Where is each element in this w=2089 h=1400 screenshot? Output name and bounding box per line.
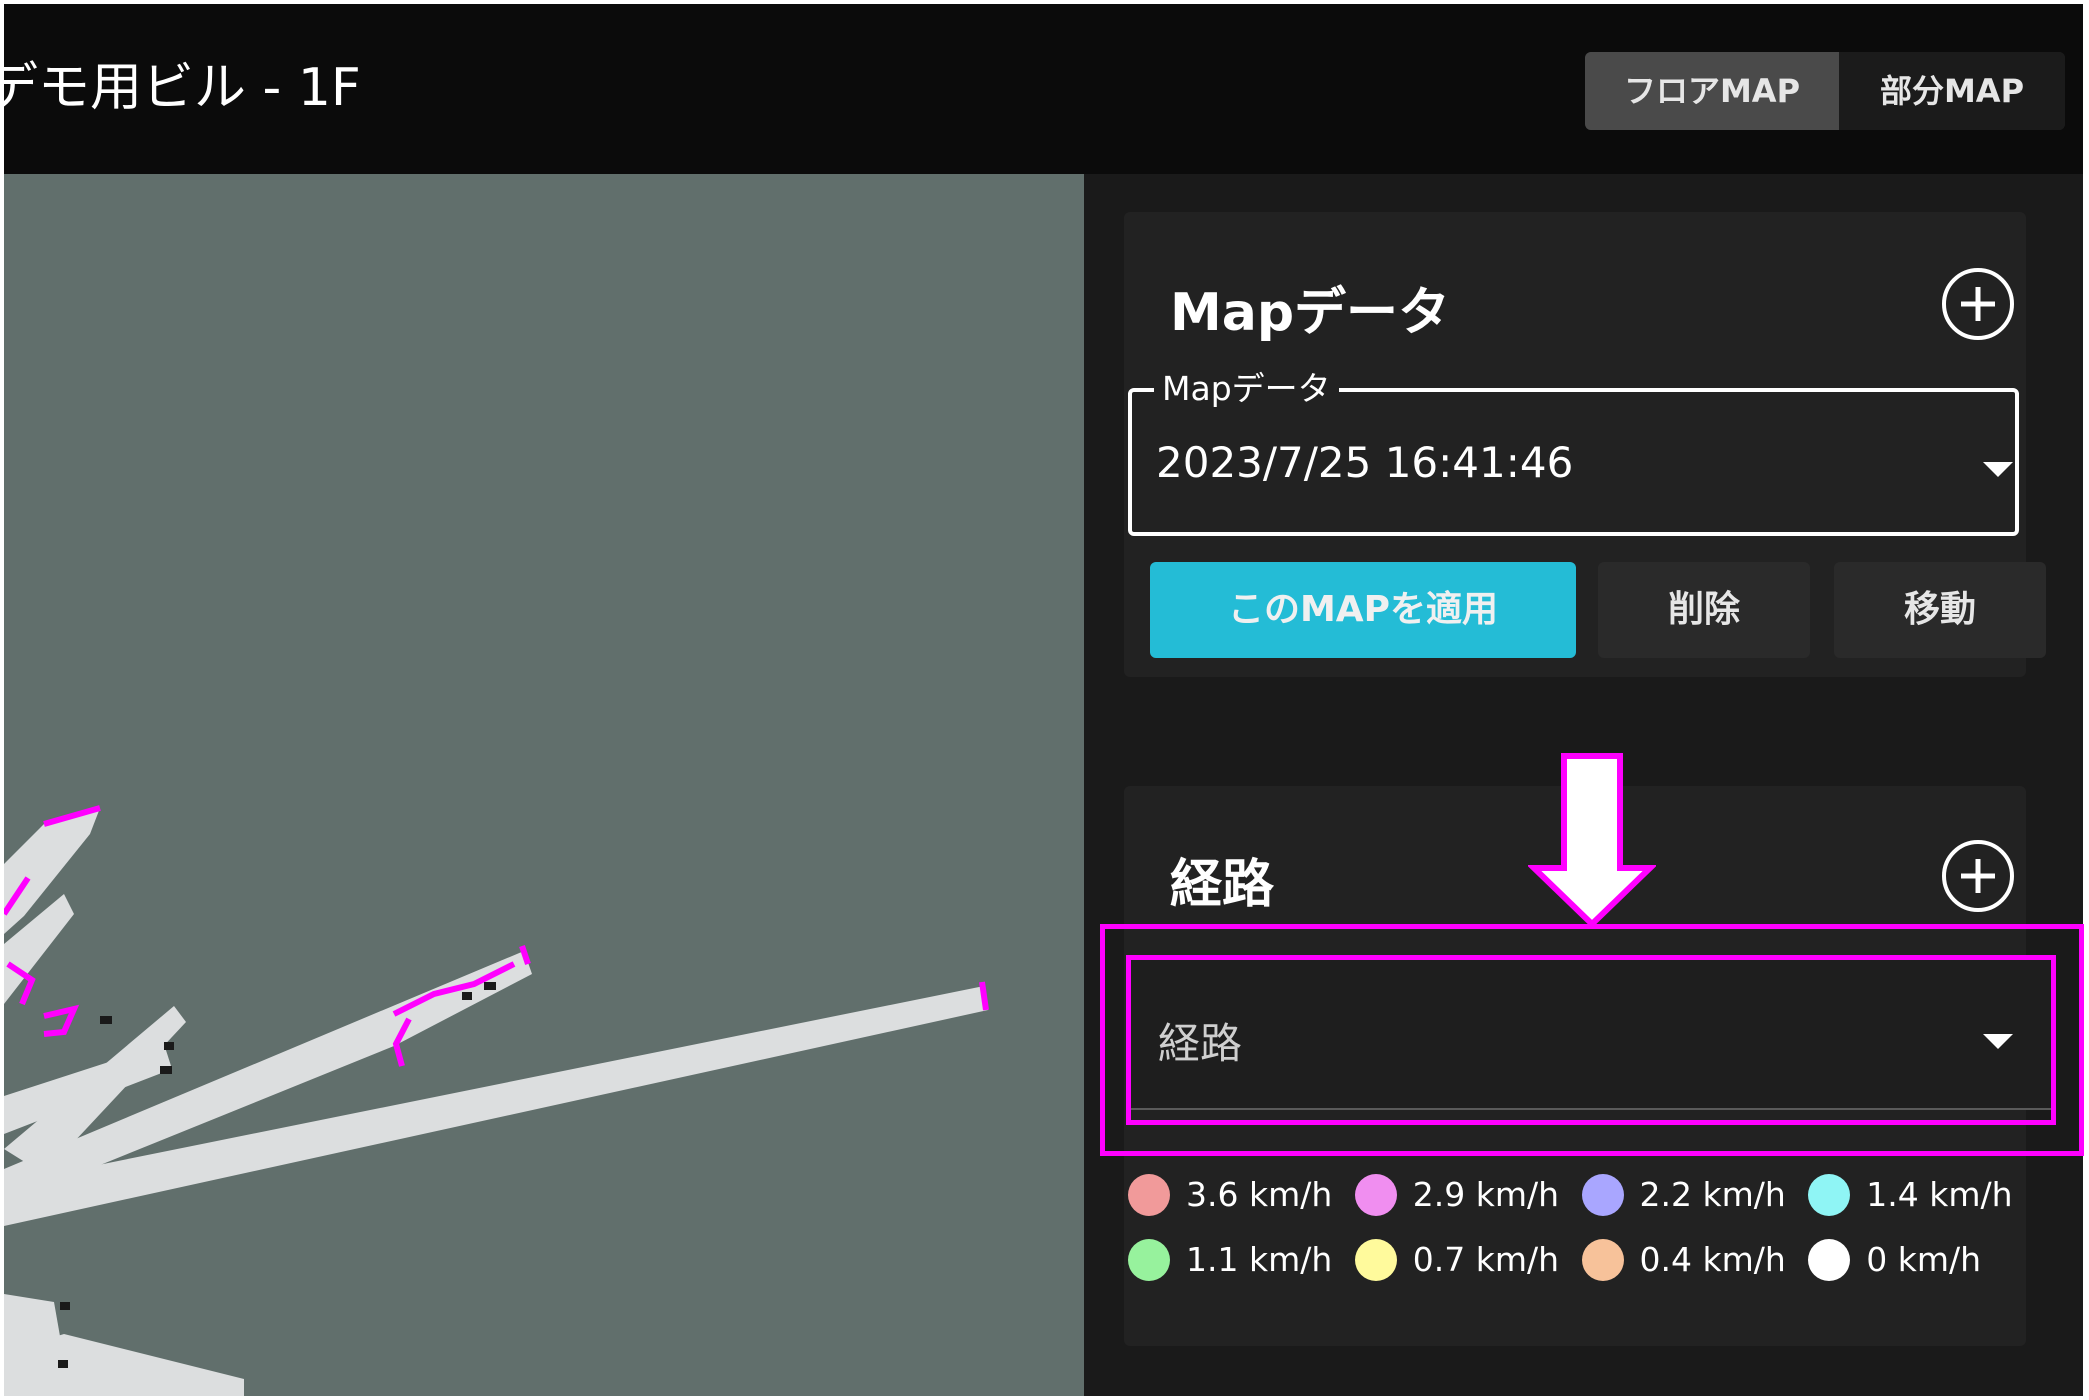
highlight-box-inner xyxy=(1126,955,2056,1125)
header-bar: デモ用ビル - 1F フロアMAP 部分MAP xyxy=(4,4,2083,174)
legend-item: 0 km/h xyxy=(1808,1239,1982,1281)
speed-color-dot xyxy=(1354,1239,1397,1281)
map-data-title: Mapデータ xyxy=(1170,283,1451,343)
speed-legend: 3.6 km/h 2.9 km/h 2.2 km/h 1.4 km/h 1.1 … xyxy=(1128,1162,2028,1292)
legend-item: 1.4 km/h xyxy=(1808,1174,2013,1216)
speed-color-dot xyxy=(1581,1239,1624,1281)
legend-label: 2.9 km/h xyxy=(1412,1175,1560,1214)
floor-map-canvas[interactable] xyxy=(4,174,1084,1396)
speed-color-dot xyxy=(1808,1239,1851,1281)
legend-item: 0.7 km/h xyxy=(1354,1239,1560,1281)
map-data-select-value: 2023/7/25 16:41:46 xyxy=(1156,438,1574,487)
speed-color-dot xyxy=(1808,1174,1851,1216)
legend-item: 3.6 km/h xyxy=(1128,1174,1333,1216)
add-map-data-icon[interactable] xyxy=(1942,268,2014,340)
move-map-button[interactable]: 移動 xyxy=(1834,562,2046,658)
add-route-icon[interactable] xyxy=(1942,840,2014,912)
speed-color-dot xyxy=(1128,1239,1170,1281)
legend-label: 0 km/h xyxy=(1866,1240,1982,1279)
legend-item: 1.1 km/h xyxy=(1128,1239,1333,1281)
map-view-toggle: フロアMAP 部分MAP xyxy=(1585,52,2065,130)
page-title: デモ用ビル - 1F xyxy=(4,58,361,118)
legend-item: 2.2 km/h xyxy=(1581,1174,1786,1216)
speed-color-dot xyxy=(1354,1174,1397,1216)
legend-item: 0.4 km/h xyxy=(1581,1239,1786,1281)
floor-map-toggle-button[interactable]: フロアMAP xyxy=(1585,52,1839,130)
map-free-space xyxy=(4,986,988,1226)
legend-label: 2.2 km/h xyxy=(1639,1175,1786,1214)
delete-map-button[interactable]: 削除 xyxy=(1598,562,1810,658)
route-title: 経路 xyxy=(1170,855,1275,915)
speed-color-dot xyxy=(1581,1174,1624,1216)
map-free-space xyxy=(4,1334,244,1396)
legend-label: 3.6 km/h xyxy=(1186,1175,1333,1214)
legend-label: 1.1 km/h xyxy=(1186,1240,1333,1279)
legend-label: 0.7 km/h xyxy=(1412,1240,1560,1279)
apply-map-button[interactable]: このMAPを適用 xyxy=(1150,562,1576,658)
map-data-select-label: Mapデータ xyxy=(1154,370,1339,408)
caret-down-icon[interactable] xyxy=(1983,462,2013,477)
legend-label: 1.4 km/h xyxy=(1866,1175,2013,1214)
legend-label: 0.4 km/h xyxy=(1639,1240,1786,1279)
down-arrow-icon xyxy=(1528,753,1656,928)
speed-color-dot xyxy=(1128,1174,1170,1216)
partial-map-toggle-button[interactable]: 部分MAP xyxy=(1839,52,2065,130)
legend-item: 2.9 km/h xyxy=(1354,1174,1560,1216)
occupancy-map xyxy=(4,805,989,1396)
